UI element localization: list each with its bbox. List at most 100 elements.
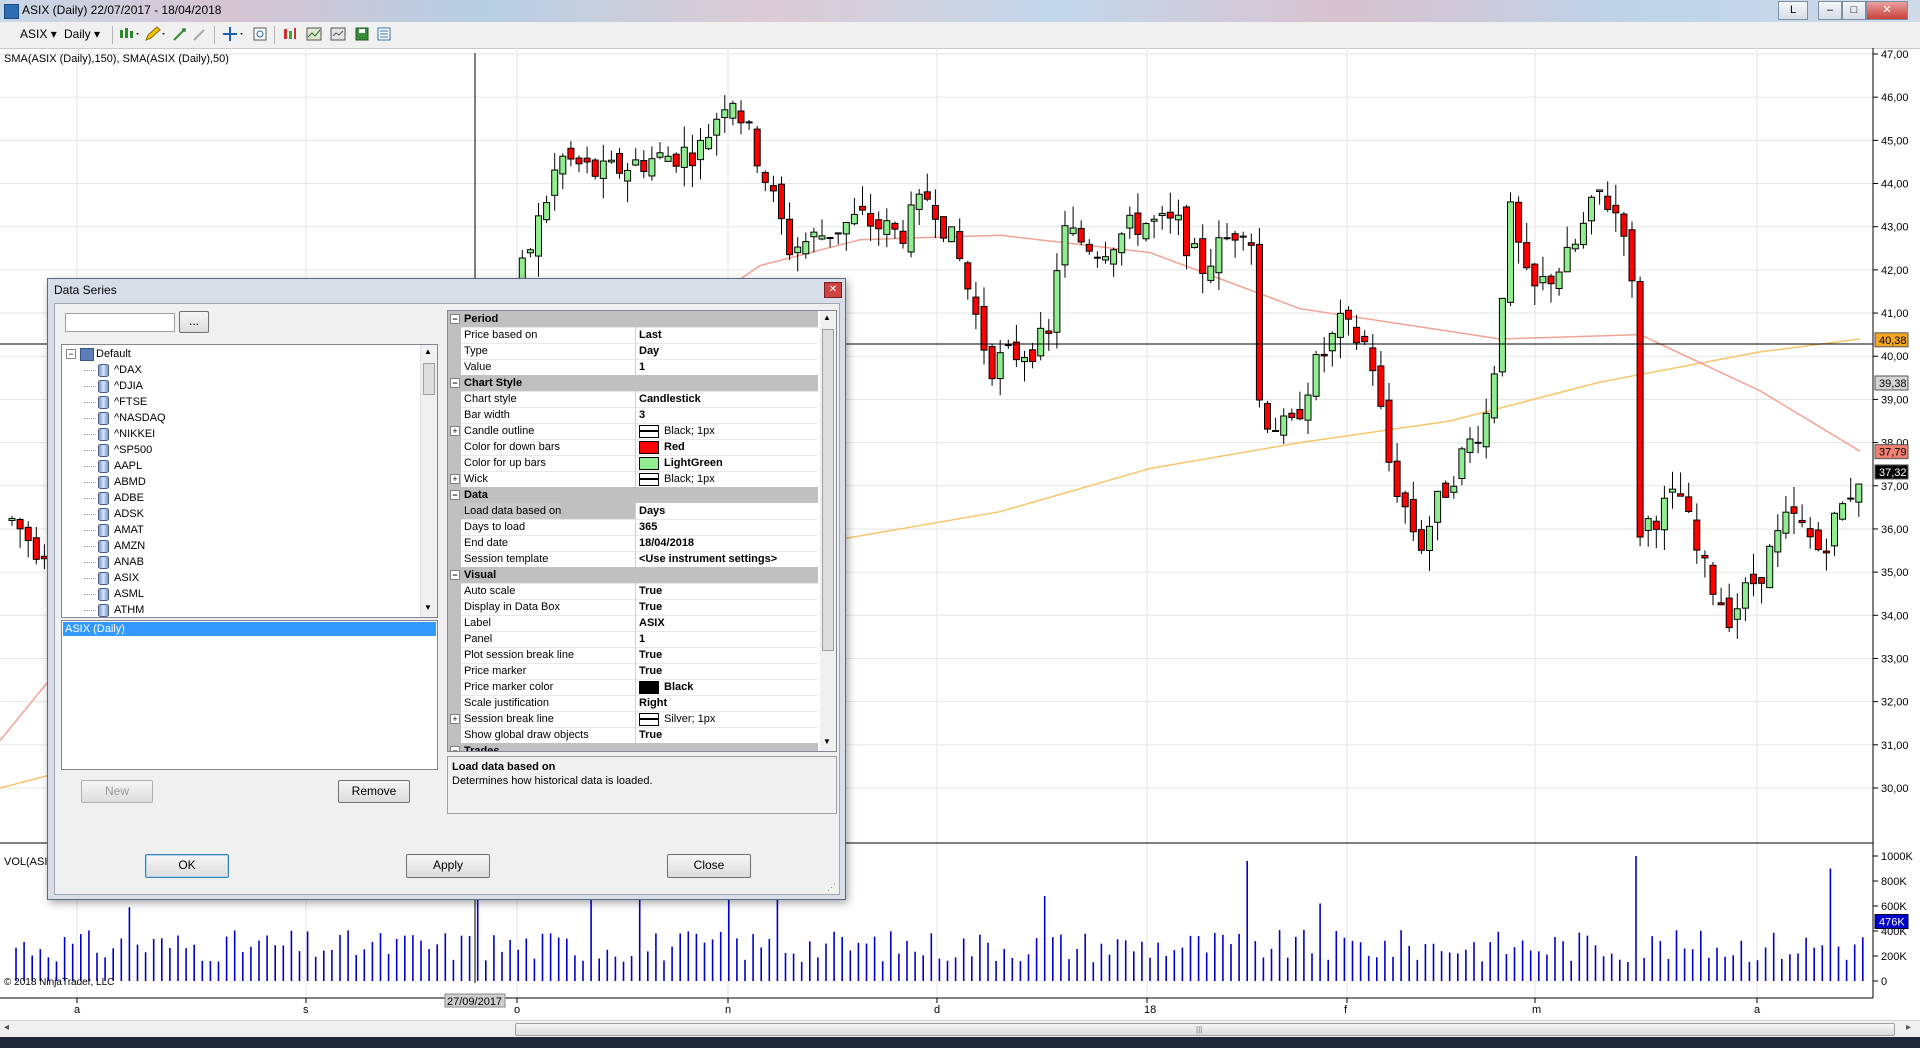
property-row[interactable]: Session template <Use instrument settings… <box>448 551 818 568</box>
property-row[interactable]: Display in Data Box True <box>448 599 818 616</box>
minimize-icon[interactable]: – <box>1818 1 1842 20</box>
instrument-dropdown[interactable]: ASIX ▾ <box>20 27 57 41</box>
property-value[interactable]: Last <box>639 327 662 343</box>
property-row[interactable]: Price based on Last <box>448 327 818 344</box>
tree-scroll-thumb[interactable] <box>423 363 435 395</box>
instrument-tree[interactable]: − Default ^DAX ^DJIA ^FTSE ^NASDAQ ^NIKKEI ^S… <box>61 344 438 618</box>
tree-scrollbar[interactable]: ▲ ▼ <box>420 345 437 617</box>
save-icon[interactable] <box>354 26 370 42</box>
property-category[interactable]: − Trades <box>448 743 818 751</box>
data-box-icon[interactable] <box>252 26 268 42</box>
property-value[interactable]: Days <box>639 503 665 519</box>
property-value[interactable]: True <box>639 583 662 599</box>
interval-dropdown[interactable]: Daily ▾ <box>64 27 100 41</box>
remove-button[interactable]: Remove <box>338 780 410 803</box>
link-button[interactable]: L <box>1778 1 1808 20</box>
resize-grip-icon[interactable]: ⋰ <box>827 882 836 893</box>
scroll-up-icon[interactable]: ▲ <box>424 347 432 356</box>
maximize-icon[interactable]: □ <box>1842 1 1866 20</box>
property-value[interactable]: True <box>639 663 662 679</box>
browse-button[interactable]: ... <box>179 311 209 333</box>
property-value[interactable]: True <box>639 599 662 615</box>
property-row[interactable]: Label ASIX <box>448 615 818 632</box>
property-row[interactable]: + Candle outline Black; 1px <box>448 423 818 440</box>
property-value[interactable]: Day <box>639 343 659 359</box>
property-value[interactable]: 3 <box>639 407 645 423</box>
property-value[interactable]: 365 <box>639 519 657 535</box>
data-series-list[interactable]: ASIX (Daily) <box>61 620 438 770</box>
draw-tool-icon[interactable] <box>172 26 188 42</box>
property-category[interactable]: − Visual <box>448 567 818 584</box>
expand-icon[interactable]: + <box>450 474 460 484</box>
property-value[interactable]: Black; 1px <box>664 423 715 439</box>
scrollbar-thumb[interactable]: ||| <box>515 1023 1895 1036</box>
scroll-left-icon[interactable]: ◂ <box>4 1022 9 1033</box>
property-row[interactable]: Scale justification Right <box>448 695 818 712</box>
scroll-down-icon[interactable]: ▼ <box>424 603 432 612</box>
property-row[interactable]: End date 18/04/2018 <box>448 535 818 552</box>
property-scroll-thumb[interactable] <box>822 329 834 651</box>
property-category[interactable]: − Chart Style <box>448 375 818 392</box>
property-value[interactable]: 1 <box>639 359 645 375</box>
chart-style-icon[interactable] <box>118 26 142 42</box>
property-row[interactable]: Chart style Candlestick <box>448 391 818 408</box>
collapse-icon[interactable]: − <box>450 570 460 580</box>
close-window-icon[interactable]: ✕ <box>1866 1 1908 20</box>
strategies-icon[interactable] <box>330 26 346 42</box>
collapse-icon[interactable]: − <box>450 314 460 324</box>
property-row[interactable]: + Session break line Silver; 1px <box>448 711 818 728</box>
property-row[interactable]: Show global draw objects True <box>448 727 818 744</box>
scroll-up-icon[interactable]: ▲ <box>823 313 831 322</box>
property-value[interactable]: True <box>639 647 662 663</box>
close-icon[interactable]: ✕ <box>824 282 842 298</box>
scroll-right-icon[interactable]: ▸ <box>1906 1022 1911 1033</box>
collapse-icon[interactable]: − <box>450 490 460 500</box>
property-row[interactable]: Plot session break line True <box>448 647 818 664</box>
property-value[interactable]: Candlestick <box>639 391 701 407</box>
property-value[interactable]: 1 <box>639 631 645 647</box>
data-series-icon[interactable] <box>282 26 298 42</box>
remove-drawing-icon[interactable] <box>192 26 208 42</box>
property-row[interactable]: Color for down bars Red <box>448 439 818 456</box>
property-row[interactable]: Panel 1 <box>448 631 818 648</box>
collapse-icon[interactable]: − <box>66 349 76 359</box>
horizontal-scrollbar[interactable]: ◂ ||| ▸ <box>0 1020 1920 1037</box>
property-row[interactable]: + Wick Black; 1px <box>448 471 818 488</box>
expand-icon[interactable]: + <box>450 426 460 436</box>
property-grid[interactable]: − Period Price based on Last Type Day Value 1− C… <box>447 310 837 752</box>
property-value[interactable]: Silver; 1px <box>664 711 715 727</box>
close-button[interactable]: Close <box>667 854 751 878</box>
property-row[interactable]: Price marker color Black <box>448 679 818 696</box>
indicators-icon[interactable] <box>306 26 322 42</box>
property-row[interactable]: Value 1 <box>448 359 818 376</box>
new-button[interactable]: New <box>81 780 153 803</box>
property-grid-scrollbar[interactable]: ▲ ▼ <box>820 311 836 751</box>
property-row[interactable]: Color for up bars LightGreen <box>448 455 818 472</box>
property-row[interactable]: Days to load 365 <box>448 519 818 536</box>
property-value[interactable]: <Use instrument settings> <box>639 551 777 567</box>
property-row[interactable]: Type Day <box>448 343 818 360</box>
apply-button[interactable]: Apply <box>406 854 490 878</box>
pencil-icon[interactable] <box>144 26 168 42</box>
property-row[interactable]: Load data based on Days <box>448 503 818 520</box>
properties-icon[interactable] <box>376 26 392 42</box>
property-row[interactable]: Bar width 3 <box>448 407 818 424</box>
collapse-icon[interactable]: − <box>450 378 460 388</box>
property-category[interactable]: − Data <box>448 487 818 504</box>
property-value[interactable]: Red <box>664 439 685 455</box>
series-list-item[interactable]: ASIX (Daily) <box>63 622 436 636</box>
expand-icon[interactable]: + <box>450 714 460 724</box>
property-value[interactable]: Right <box>639 695 667 711</box>
crosshair-icon[interactable] <box>222 26 246 42</box>
property-value[interactable]: 18/04/2018 <box>639 535 694 551</box>
property-category[interactable]: − Period <box>448 311 818 328</box>
property-value[interactable]: ASIX <box>639 615 665 631</box>
collapse-icon[interactable]: − <box>450 746 460 751</box>
property-value[interactable]: Black <box>664 679 693 695</box>
property-row[interactable]: Auto scale True <box>448 583 818 600</box>
property-value[interactable]: LightGreen <box>664 455 723 471</box>
property-value[interactable]: Black; 1px <box>664 471 715 487</box>
property-row[interactable]: Price marker True <box>448 663 818 680</box>
instrument-search-input[interactable] <box>65 313 175 332</box>
scroll-down-icon[interactable]: ▼ <box>823 737 831 746</box>
